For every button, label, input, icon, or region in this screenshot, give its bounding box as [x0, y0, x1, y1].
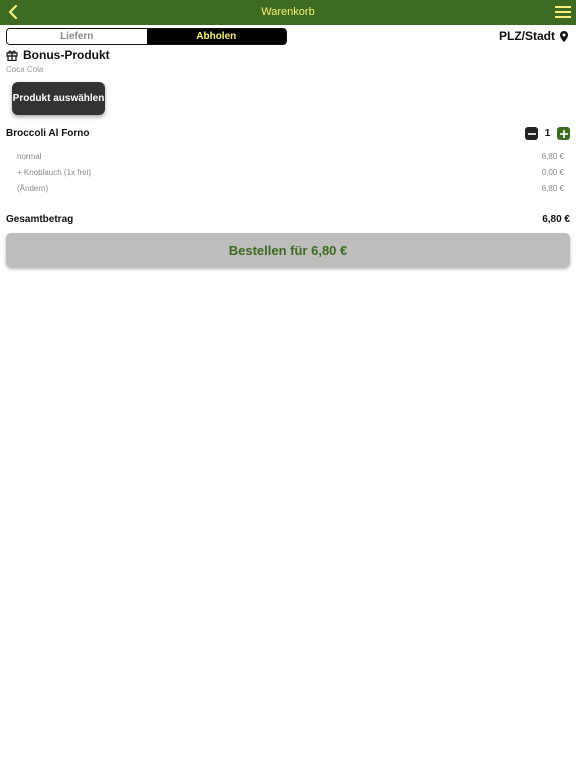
line-price: 6,80 € [541, 152, 564, 161]
delivery-mode-toggle: Liefern Abholen [6, 28, 287, 45]
location-label: PLZ/Stadt [499, 29, 555, 43]
minus-icon [527, 132, 536, 135]
decrease-quantity-button[interactable] [525, 127, 538, 140]
cart-total: Gesamtbetrag 6,80 € [6, 214, 570, 225]
cart-line-edit: (Ändern) 6,80 € [17, 184, 564, 196]
cart-line-extra: + Knoblauch (1x frei) 0,00 € [17, 168, 564, 180]
location-selector[interactable]: PLZ/Stadt [499, 28, 568, 44]
hamburger-menu-icon [555, 6, 571, 18]
quantity-stepper: 1 [525, 127, 570, 140]
quantity-value: 1 [544, 128, 551, 139]
tab-liefern[interactable]: Liefern [7, 29, 147, 44]
edit-item-link[interactable]: (Ändern) [17, 184, 48, 196]
select-product-button[interactable]: Produkt auswählen [12, 82, 105, 115]
page-title: Warenkorb [261, 6, 315, 18]
total-label: Gesamtbetrag [6, 214, 74, 225]
tab-abholen[interactable]: Abholen [146, 29, 286, 44]
app-header: Warenkorb [0, 0, 576, 25]
total-value: 6,80 € [542, 214, 570, 225]
bonus-section-title: Bonus-Produkt [6, 48, 110, 62]
line-price: 0,00 € [541, 168, 564, 177]
gift-icon [6, 50, 18, 61]
bonus-product-name: Coca Cola [6, 65, 44, 74]
line-label: + Knoblauch (1x frei) [17, 168, 92, 177]
plus-icon [559, 129, 568, 138]
cart-line-size: normal 6,80 € [17, 152, 564, 164]
map-pin-icon [560, 30, 568, 42]
place-order-button[interactable]: Bestellen für 6,80 € [6, 233, 570, 267]
bonus-title-text: Bonus-Produkt [23, 48, 110, 62]
cart-item-name: Broccoli Al Forno [6, 128, 90, 139]
increase-quantity-button[interactable] [557, 127, 570, 140]
line-price: 6,80 € [541, 184, 564, 193]
line-label: normal [17, 152, 42, 161]
menu-button[interactable] [555, 5, 571, 19]
